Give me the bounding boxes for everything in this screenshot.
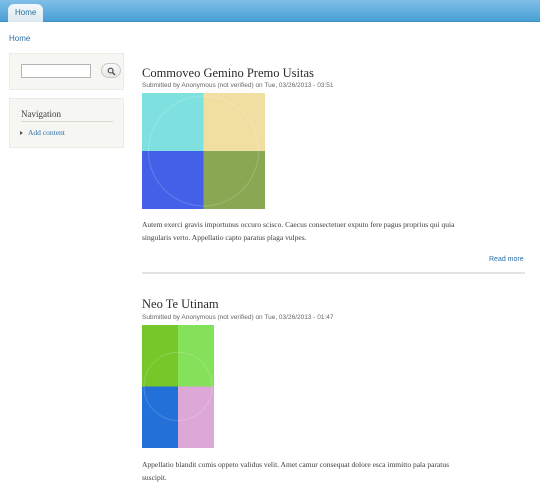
node-title[interactable]: Neo Te Utinam (142, 297, 219, 312)
node-image[interactable] (142, 93, 265, 209)
body-line: Autem exerci gravis importunus occuro sc… (142, 220, 455, 229)
navigation-title: Navigation (21, 109, 61, 119)
top-navigation-bar: Home (0, 0, 540, 22)
read-more-link[interactable]: Read more (489, 256, 524, 263)
search-block (9, 53, 124, 90)
nav-item-add-content[interactable]: Add content (20, 128, 65, 137)
body-line: suscipit. (142, 473, 167, 482)
navigation-block: Navigation Add content (9, 98, 124, 148)
node-separator (142, 272, 525, 274)
node-body: Autem exerci gravis importunus occuro sc… (142, 218, 527, 244)
node-title[interactable]: Commoveo Gemino Premo Usitas (142, 66, 314, 81)
divider (21, 121, 113, 122)
node-image[interactable] (142, 325, 214, 448)
image-quadrant (142, 151, 204, 209)
body-line: Appellatio blandit comis oppeto validus … (142, 460, 450, 469)
image-quadrant (142, 325, 178, 387)
tab-home[interactable]: Home (8, 4, 44, 22)
submitted-meta: Submitted by Anonymous (not verified) on… (142, 314, 334, 321)
image-quadrant (142, 386, 178, 448)
image-quadrant (203, 151, 265, 209)
nav-item-label: Add content (28, 128, 65, 137)
search-input[interactable] (21, 64, 91, 78)
breadcrumb-home[interactable]: Home (9, 34, 30, 43)
body-line: singularis verto. Appellatio capto parat… (142, 233, 307, 242)
search-icon (107, 67, 116, 76)
node-body: Appellatio blandit comis oppeto validus … (142, 458, 527, 484)
image-quadrant (142, 93, 204, 151)
image-quadrant (178, 386, 214, 448)
image-quadrant (178, 325, 214, 387)
submitted-meta: Submitted by Anonymous (not verified) on… (142, 82, 334, 89)
image-quadrant (203, 93, 265, 151)
search-button[interactable] (101, 63, 121, 78)
bullet-triangle-icon (20, 131, 23, 136)
